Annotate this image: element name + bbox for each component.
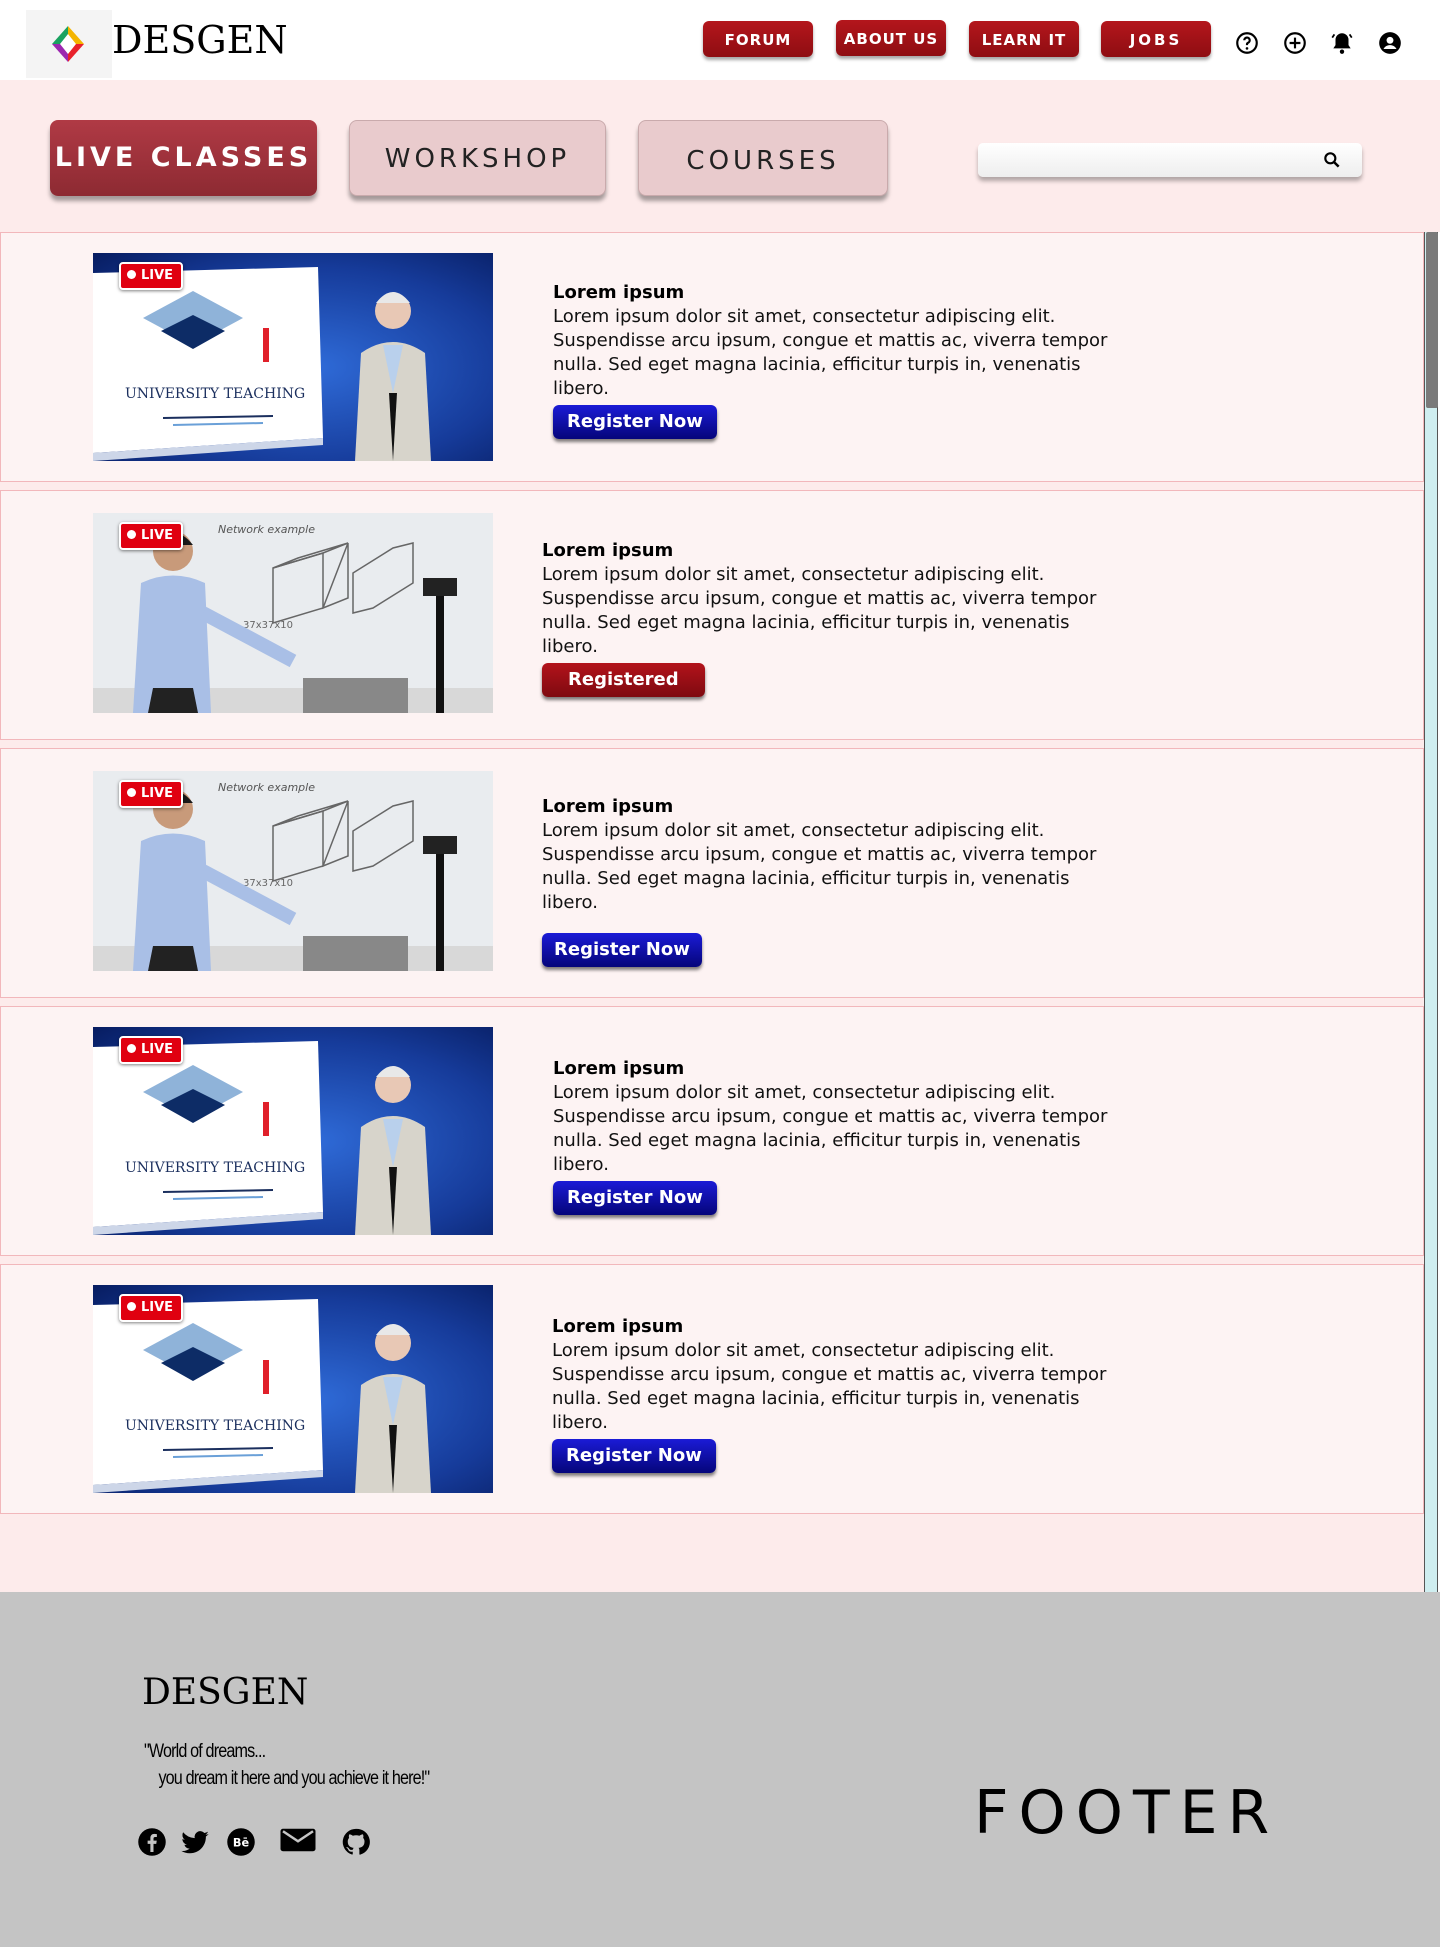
class-title: Lorem ipsum: [553, 1058, 685, 1079]
twitter-icon[interactable]: [180, 1827, 210, 1857]
svg-text:Bē: Bē: [233, 1836, 250, 1849]
register-now-button[interactable]: Register Now: [542, 933, 702, 967]
tagline-line-2: you dream it here and you achieve it her…: [158, 1768, 430, 1789]
class-info: Lorem ipsum Lorem ipsum dolor sit amet, …: [553, 281, 1113, 439]
behance-icon[interactable]: Bē: [226, 1827, 256, 1857]
brand-name: DESGEN: [112, 18, 288, 62]
class-title: Lorem ipsum: [553, 282, 685, 303]
svg-text:UNIVERSITY TEACHING: UNIVERSITY TEACHING: [125, 1418, 305, 1434]
register-now-button[interactable]: Register Now: [552, 1439, 716, 1473]
svg-text:37x37x10: 37x37x10: [243, 620, 293, 631]
class-card: UNIVERSITY TEACHING LIVE Lorem ipsum Lor…: [0, 1006, 1424, 1256]
class-card: UNIVERSITY TEACHING LIVE Lorem ipsum Lor…: [0, 232, 1424, 482]
class-thumbnail[interactable]: UNIVERSITY TEACHING LIVE: [93, 253, 493, 461]
class-card: Network example 37x37x10 LIVE Lorem ipsu…: [0, 490, 1424, 740]
registered-button[interactable]: Registered: [542, 663, 705, 697]
tab-live-classes[interactable]: LIVE CLASSES: [50, 120, 317, 196]
top-header: DESGEN FORUM ABOUT US LEARN IT JOBS: [0, 0, 1440, 80]
live-badge: LIVE: [119, 1294, 184, 1322]
nav-forum-button[interactable]: FORUM: [703, 21, 813, 57]
register-now-button[interactable]: Register Now: [553, 405, 717, 439]
add-circle-icon[interactable]: [1282, 30, 1308, 56]
live-dot-icon: [127, 788, 136, 797]
class-info: Lorem ipsum Lorem ipsum dolor sit amet, …: [552, 1315, 1112, 1473]
class-description: Lorem ipsum dolor sit amet, consectetur …: [552, 1340, 1107, 1433]
class-description: Lorem ipsum dolor sit amet, consectetur …: [542, 564, 1097, 657]
logo[interactable]: [26, 10, 112, 78]
footer: DESGEN "World of dreams... you dream it …: [0, 1592, 1440, 1947]
class-info: Lorem ipsum Lorem ipsum dolor sit amet, …: [542, 539, 1102, 697]
facebook-icon[interactable]: [137, 1827, 167, 1857]
svg-text:Network example: Network example: [218, 523, 315, 536]
scrollbar-thumb[interactable]: [1426, 232, 1438, 408]
live-class-list: UNIVERSITY TEACHING LIVE Lorem ipsum Lor…: [0, 232, 1438, 1592]
scrollbar-track[interactable]: [1424, 232, 1438, 1592]
search-box: [978, 143, 1362, 177]
bell-icon[interactable]: [1329, 30, 1355, 56]
class-card: UNIVERSITY TEACHING LIVE Lorem ipsum Lor…: [0, 1264, 1424, 1514]
live-dot-icon: [127, 270, 136, 279]
account-icon[interactable]: [1377, 30, 1403, 56]
class-info: Lorem ipsum Lorem ipsum dolor sit amet, …: [553, 1057, 1113, 1215]
class-title: Lorem ipsum: [542, 540, 674, 561]
class-description: Lorem ipsum dolor sit amet, consectetur …: [542, 820, 1097, 913]
category-tab-bar: LIVE CLASSES WORKSHOP COURSES: [0, 80, 1440, 232]
class-description: Lorem ipsum dolor sit amet, consectetur …: [553, 1082, 1108, 1175]
svg-text:Network example: Network example: [218, 781, 315, 794]
live-badge: LIVE: [119, 1036, 184, 1064]
class-description: Lorem ipsum dolor sit amet, consectetur …: [553, 306, 1108, 399]
class-info: Lorem ipsum Lorem ipsum dolor sit amet, …: [542, 795, 1102, 967]
svg-text:37x37x10: 37x37x10: [243, 878, 293, 889]
github-icon[interactable]: [341, 1827, 371, 1857]
svg-text:UNIVERSITY TEACHING: UNIVERSITY TEACHING: [125, 386, 305, 402]
class-title: Lorem ipsum: [542, 796, 674, 817]
live-badge: LIVE: [119, 522, 184, 550]
register-now-button[interactable]: Register Now: [553, 1181, 717, 1215]
live-dot-icon: [127, 1044, 136, 1053]
live-badge: LIVE: [119, 780, 184, 808]
live-dot-icon: [127, 1302, 136, 1311]
class-thumbnail[interactable]: Network example 37x37x10 LIVE: [93, 513, 493, 713]
svg-text:UNIVERSITY TEACHING: UNIVERSITY TEACHING: [125, 1160, 305, 1176]
search-input[interactable]: [988, 147, 1312, 175]
footer-placeholder-label: FOOTER: [974, 1778, 1280, 1848]
footer-tagline: "World of dreams... you dream it here an…: [144, 1738, 430, 1792]
mail-icon[interactable]: [278, 1825, 318, 1855]
help-icon[interactable]: [1234, 30, 1260, 56]
class-thumbnail[interactable]: Network example 37x37x10 LIVE: [93, 771, 493, 971]
class-thumbnail[interactable]: UNIVERSITY TEACHING LIVE: [93, 1027, 493, 1235]
tab-workshop[interactable]: WORKSHOP: [349, 120, 606, 196]
footer-brand: DESGEN: [142, 1672, 309, 1713]
tagline-line-1: "World of dreams...: [144, 1741, 266, 1762]
class-title: Lorem ipsum: [552, 1316, 684, 1337]
live-dot-icon: [127, 530, 136, 539]
nav-jobs-button[interactable]: JOBS: [1101, 21, 1211, 57]
logo-icon: [52, 26, 84, 62]
search-icon[interactable]: [1322, 150, 1342, 170]
class-card: Network example 37x37x10 LIVE Lorem ipsu…: [0, 748, 1424, 998]
tab-courses[interactable]: COURSES: [638, 120, 888, 196]
nav-learn-button[interactable]: LEARN IT: [969, 21, 1079, 57]
nav-about-button[interactable]: ABOUT US: [836, 20, 946, 56]
live-badge: LIVE: [119, 262, 184, 290]
class-thumbnail[interactable]: UNIVERSITY TEACHING LIVE: [93, 1285, 493, 1493]
